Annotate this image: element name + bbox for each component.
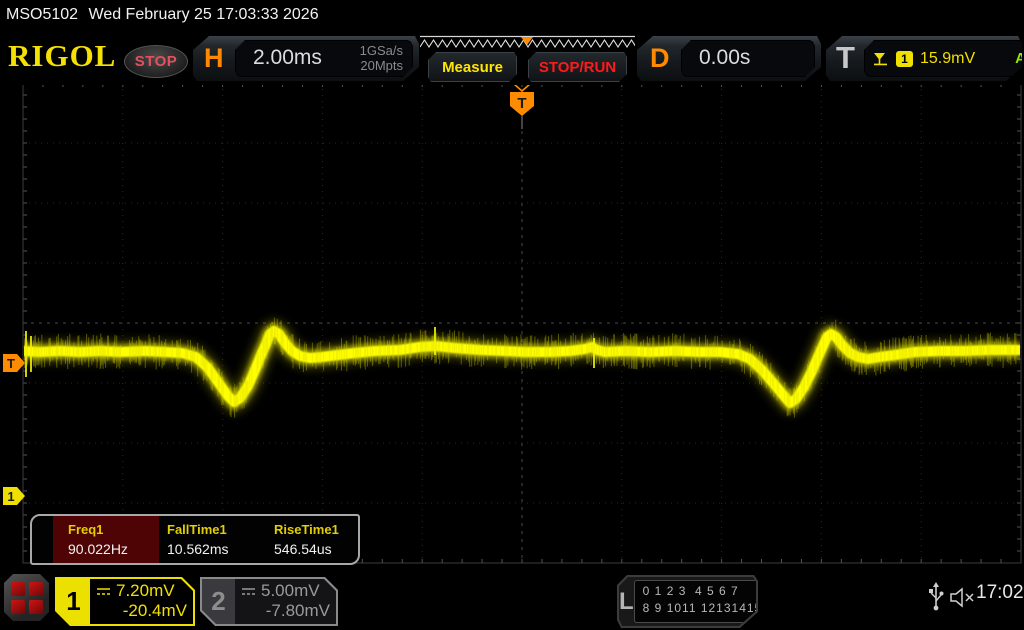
channel-1-number: 1: [57, 579, 90, 624]
timebase-value: 2.00ms: [253, 46, 322, 70]
measurement-label: Freq1: [68, 522, 103, 537]
trigger-source-badge: 1: [896, 51, 913, 67]
datetime-text: Wed February 25 17:03:33 2026: [89, 6, 319, 23]
logic-row-1: 0 1 2 3 4 5 6 7: [643, 584, 739, 598]
preview-zigzag-icon: [420, 35, 635, 50]
logic-channels-block[interactable]: L 0 1 2 3 4 5 6 7 8 9 1011 12131415: [617, 575, 758, 628]
svg-text:T: T: [517, 95, 526, 112]
svg-text:1: 1: [7, 489, 14, 504]
measurement-value: 546.54us: [274, 541, 332, 557]
stop-run-button[interactable]: STOP/RUN: [528, 52, 627, 82]
measurement-label: RiseTime1: [274, 522, 339, 537]
trigger-sweep-mode: A: [1015, 50, 1024, 67]
channel-1-offset: -20.4mV: [96, 601, 187, 621]
run-state-badge: STOP: [124, 45, 188, 78]
delay-settings-box[interactable]: D 0.00s: [637, 36, 821, 81]
menu-grid-icon[interactable]: [4, 574, 49, 621]
memory-depth: 20Mpts: [360, 58, 403, 73]
channel-2-offset: -7.80mV: [241, 601, 330, 621]
horizontal-label: H: [204, 43, 224, 74]
titlebar: MSO5102 Wed February 25 17:03:33 2026: [0, 0, 1024, 32]
channel-2-number: 2: [202, 579, 235, 624]
oscilloscope-screen: MSO5102 Wed February 25 17:03:33 2026 RI…: [0, 0, 1024, 630]
waveform-display: T T 1: [0, 85, 1024, 567]
logic-channel-numbers: 0 1 2 3 4 5 6 7 8 9 1011 12131415: [634, 580, 764, 623]
timebase-display[interactable]: 2.00ms 1GSa/s 20Mpts: [235, 40, 413, 77]
channel-1-zero-marker[interactable]: 1: [3, 487, 25, 505]
clock-text: 17:02: [976, 582, 1024, 604]
measure-button[interactable]: Measure: [428, 52, 517, 82]
horizontal-settings-box[interactable]: H 2.00ms 1GSa/s 20Mpts: [193, 36, 419, 81]
measurement-value: 90.022Hz: [68, 541, 128, 557]
scope-display-area[interactable]: T T 1 Freq1 90.022Hz FallTime1 10.562ms Ri…: [0, 85, 1024, 567]
acquisition-info: 1GSa/s 20Mpts: [360, 43, 403, 73]
waveform-preview-strip[interactable]: [420, 35, 635, 50]
logic-row-2: 8 9 1011 12131415: [643, 601, 763, 615]
channel-2-block[interactable]: 2 5.00mV -7.80mV: [200, 577, 338, 626]
trigger-display[interactable]: 1 15.9mV A: [864, 40, 1024, 77]
channel-1-block[interactable]: 1 7.20mV -20.4mV: [55, 577, 195, 626]
delay-value: 0.00s: [699, 46, 750, 70]
graticule-grid: [23, 85, 1021, 563]
header-bar: RIGOL STOP H 2.00ms 1GSa/s 20Mpts Measur…: [0, 32, 1024, 85]
measurement-label: FallTime1: [167, 522, 227, 537]
trigger-level-marker[interactable]: T: [3, 354, 25, 372]
falling-edge-icon: [872, 51, 889, 67]
measurement-panel[interactable]: Freq1 90.022Hz FallTime1 10.562ms RiseTi…: [30, 514, 360, 565]
trigger-position-marker[interactable]: T: [510, 85, 534, 129]
usb-icon: [928, 582, 944, 612]
delay-label: D: [650, 43, 670, 74]
speaker-muted-icon[interactable]: [950, 587, 976, 608]
rigol-logo: RIGOL: [8, 38, 116, 74]
trigger-settings-box[interactable]: T 1 15.9mV A: [826, 36, 1022, 81]
channel-2-scale: 5.00mV: [261, 581, 320, 601]
bottom-status-bar: 1 7.20mV -20.4mV 2: [0, 567, 1024, 630]
dc-coupling-icon: [96, 587, 111, 596]
measurement-value: 10.562ms: [167, 541, 228, 557]
svg-text:T: T: [7, 356, 15, 371]
channel-1-scale: 7.20mV: [116, 581, 175, 601]
delay-display[interactable]: 0.00s: [681, 40, 815, 77]
dc-coupling-icon: [241, 587, 256, 596]
trigger-label: T: [836, 40, 855, 76]
model-name: MSO5102: [6, 6, 78, 23]
trigger-level-value: 15.9mV: [920, 50, 975, 68]
sample-rate: 1GSa/s: [360, 43, 403, 58]
logic-label: L: [619, 577, 634, 626]
